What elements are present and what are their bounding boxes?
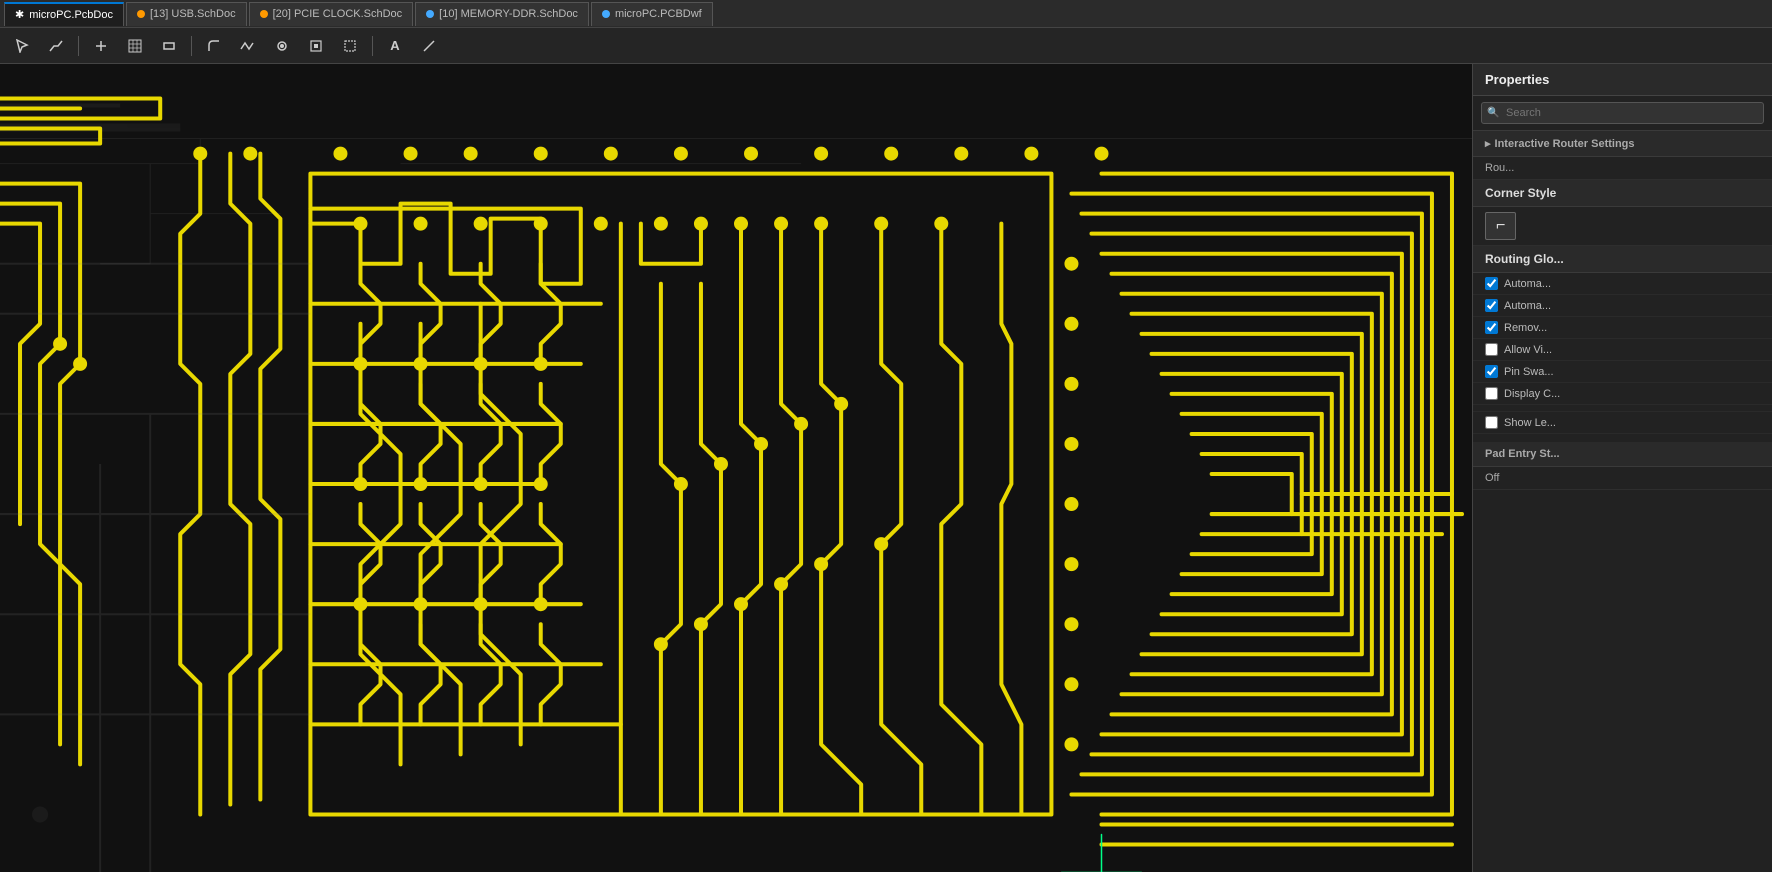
checkbox-allow-via[interactable] xyxy=(1485,343,1498,356)
checkbox-show-le-row: Show Le... xyxy=(1473,412,1772,434)
checkbox-automate1-label: Automa... xyxy=(1504,278,1551,290)
pad-tool-button[interactable] xyxy=(302,32,330,60)
tab-pcie-sch[interactable]: [20] PCIE CLOCK.SchDoc xyxy=(249,2,414,26)
wire-tool-button[interactable] xyxy=(42,32,70,60)
checkbox-display[interactable] xyxy=(1485,387,1498,400)
region-tool-button[interactable] xyxy=(336,32,364,60)
search-icon-wrap xyxy=(1481,102,1764,124)
checkbox-automate1-row: Automa... xyxy=(1473,273,1772,295)
tab-dot xyxy=(426,10,434,18)
checkbox-display-label: Display C... xyxy=(1504,388,1560,400)
routing-mode-label: Rou... xyxy=(1485,162,1760,174)
via-tool-button[interactable] xyxy=(268,32,296,60)
checkbox-automate2-row: Automa... xyxy=(1473,295,1772,317)
routing-gloss-section[interactable]: Routing Glo... xyxy=(1473,246,1772,273)
tab-modified-dot: ✱ xyxy=(15,8,24,21)
pcb-canvas-area[interactable] xyxy=(0,64,1472,872)
pad-entry-label: Pad Entry St... xyxy=(1485,448,1560,460)
display-sub-value xyxy=(1473,405,1772,412)
tab-dot xyxy=(260,10,268,18)
text-tool-button[interactable]: A xyxy=(381,32,409,60)
tab-memory-sch[interactable]: [10] MEMORY-DDR.SchDoc xyxy=(415,2,589,26)
checkbox-pin-swap-row: Pin Swa... xyxy=(1473,361,1772,383)
properties-title: Properties xyxy=(1473,64,1772,96)
toolbar-separator xyxy=(78,36,79,56)
routing-gloss-label: Routing Glo... xyxy=(1485,252,1564,266)
pad-entry-value: Off xyxy=(1485,472,1760,484)
text-icon: A xyxy=(390,38,399,53)
corner-style-value[interactable]: ⌐ xyxy=(1485,212,1516,240)
section-label: Interactive Router Settings xyxy=(1495,138,1635,150)
routing-mode-row: Rou... xyxy=(1473,157,1772,180)
checkbox-automate2[interactable] xyxy=(1485,299,1498,312)
search-input[interactable] xyxy=(1481,102,1764,124)
tab-label: [20] PCIE CLOCK.SchDoc xyxy=(273,8,403,20)
checkbox-automate2-label: Automa... xyxy=(1504,300,1551,312)
checkbox-allow-via-label: Allow Vi... xyxy=(1504,344,1552,356)
checkbox-show-le-label: Show Le... xyxy=(1504,417,1556,429)
select-tool-button[interactable] xyxy=(8,32,36,60)
add-tool-button[interactable] xyxy=(87,32,115,60)
checkbox-remove[interactable] xyxy=(1485,321,1498,334)
tab-label: microPC.PCBDwf xyxy=(615,8,702,20)
tab-usb-sch[interactable]: [13] USB.SchDoc xyxy=(126,2,247,26)
diff-tool-button[interactable] xyxy=(234,32,262,60)
tab-pcbdoc[interactable]: ✱ microPC.PcbDoc xyxy=(4,2,124,26)
tab-label: microPC.PcbDoc xyxy=(29,9,113,21)
line-tool-button[interactable] xyxy=(415,32,443,60)
toolbar-separator-3 xyxy=(372,36,373,56)
checkbox-remove-row: Remov... xyxy=(1473,317,1772,339)
main-area: Properties ▸ Interactive Router Settings… xyxy=(0,64,1772,872)
checkbox-pin-swap-label: Pin Swa... xyxy=(1504,366,1554,378)
chart-tool-button[interactable] xyxy=(121,32,149,60)
checkbox-allow-via-row: Allow Vi... xyxy=(1473,339,1772,361)
tab-label: [13] USB.SchDoc xyxy=(150,8,236,20)
pad-entry-value-row: Off xyxy=(1473,467,1772,490)
checkbox-automate1[interactable] xyxy=(1485,277,1498,290)
tab-dot xyxy=(602,10,610,18)
tab-label: [10] MEMORY-DDR.SchDoc xyxy=(439,8,578,20)
tab-dot xyxy=(137,10,145,18)
section-collapse-icon: ▸ xyxy=(1485,137,1491,150)
corner-style-row: ⌐ xyxy=(1473,207,1772,246)
rect-tool-button[interactable] xyxy=(155,32,183,60)
checkbox-remove-label: Remov... xyxy=(1504,322,1547,334)
tab-bar: ✱ microPC.PcbDoc [13] USB.SchDoc [20] PC… xyxy=(0,0,1772,28)
properties-panel: Properties ▸ Interactive Router Settings… xyxy=(1472,64,1772,872)
corner-style-section[interactable]: Corner Style xyxy=(1473,180,1772,207)
pad-entry-section[interactable]: Pad Entry St... xyxy=(1473,442,1772,467)
corner-section-label: Corner Style xyxy=(1485,186,1556,200)
search-bar xyxy=(1473,96,1772,131)
checkbox-show-le[interactable] xyxy=(1485,416,1498,429)
pcb-svg xyxy=(0,64,1472,872)
toolbar-separator-2 xyxy=(191,36,192,56)
route-tool-button[interactable] xyxy=(200,32,228,60)
toolbar: A xyxy=(0,28,1772,64)
checkbox-display-row: Display C... xyxy=(1473,383,1772,405)
interactive-section-header[interactable]: ▸ Interactive Router Settings xyxy=(1473,131,1772,157)
checkbox-pin-swap[interactable] xyxy=(1485,365,1498,378)
tab-pcbdwf[interactable]: microPC.PCBDwf xyxy=(591,2,713,26)
